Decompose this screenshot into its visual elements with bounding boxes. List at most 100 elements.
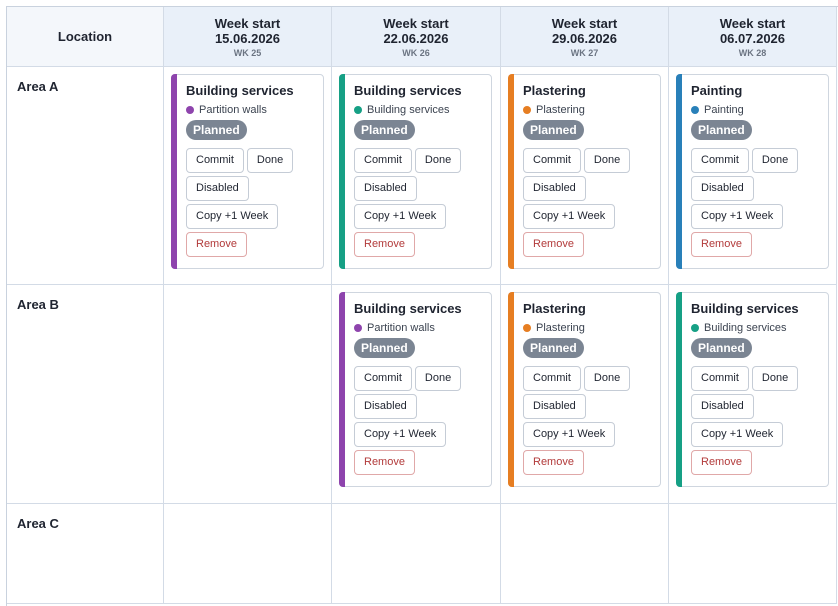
task-card[interactable]: Building services Building services Planne… xyxy=(339,74,492,269)
schedule-grid: Location Week start 15.06.2026 WK 25 Wee… xyxy=(6,6,838,606)
commit-button[interactable]: Commit xyxy=(523,366,581,391)
remove-button[interactable]: Remove xyxy=(691,450,752,475)
copy-week-button[interactable]: Copy +1 Week xyxy=(354,204,447,229)
trade-label: Painting xyxy=(704,103,744,116)
commit-button[interactable]: Commit xyxy=(186,148,244,173)
disabled-button[interactable]: Disabled xyxy=(523,394,586,419)
slot-b-0[interactable] xyxy=(164,285,332,504)
week-date: 22.06.2026 xyxy=(383,31,449,46)
commit-button[interactable]: Commit xyxy=(691,366,749,391)
task-card[interactable]: Plastering Plastering Planned Commit Done Dis… xyxy=(508,74,661,269)
card-title: Building services xyxy=(354,83,462,98)
disabled-button[interactable]: Disabled xyxy=(354,394,417,419)
done-button[interactable]: Done xyxy=(751,366,799,391)
remove-button[interactable]: Remove xyxy=(523,450,584,475)
trade-color-bar xyxy=(339,292,345,487)
status-badge: Planned xyxy=(691,338,752,358)
copy-week-button[interactable]: Copy +1 Week xyxy=(691,422,784,447)
remove-button[interactable]: Remove xyxy=(691,232,752,257)
trade-tag: Plastering xyxy=(523,103,660,116)
task-card[interactable]: Plastering Plastering Planned Commit Done Dis… xyxy=(508,292,661,487)
week-code: WK 28 xyxy=(738,48,767,58)
disabled-button[interactable]: Disabled xyxy=(523,176,586,201)
done-button[interactable]: Done xyxy=(583,148,631,173)
trade-color-bar xyxy=(508,292,514,487)
week-code: WK 27 xyxy=(570,48,599,58)
slot-c-2[interactable] xyxy=(501,504,669,604)
remove-button[interactable]: Remove xyxy=(354,232,415,257)
slot-b-2[interactable]: Plastering Plastering Planned Commit Done Dis… xyxy=(501,285,669,504)
copy-week-button[interactable]: Copy +1 Week xyxy=(354,422,447,447)
week-code: WK 26 xyxy=(402,48,430,58)
trade-dot-icon xyxy=(186,105,194,114)
slot-a-2[interactable]: Plastering Plastering Planned Commit Done Dis… xyxy=(501,67,669,285)
done-button[interactable]: Done xyxy=(414,148,462,173)
trade-label: Building services xyxy=(704,321,787,334)
slot-a-3[interactable]: Painting Painting Planned Commit Done Disable… xyxy=(669,67,837,285)
disabled-button[interactable]: Disabled xyxy=(186,176,249,201)
commit-button[interactable]: Commit xyxy=(354,366,412,391)
week-date: 29.06.2026 xyxy=(551,31,618,46)
area-row-label-c: Area C xyxy=(7,504,164,604)
slot-b-3[interactable]: Building services Building services Planne… xyxy=(669,285,837,504)
copy-week-button[interactable]: Copy +1 Week xyxy=(186,204,279,229)
copy-week-button[interactable]: Copy +1 Week xyxy=(523,204,616,229)
week-title: Week start xyxy=(551,16,618,31)
week-header-0: Week start 15.06.2026 WK 25 xyxy=(164,7,332,67)
disabled-button[interactable]: Disabled xyxy=(691,394,754,419)
week-title: Week start xyxy=(719,16,786,31)
commit-button[interactable]: Commit xyxy=(354,148,412,173)
status-badge: Planned xyxy=(354,120,415,140)
task-card[interactable]: Building services Partition walls Planned C… xyxy=(171,74,324,269)
trade-color-bar xyxy=(676,74,682,269)
done-button[interactable]: Done xyxy=(751,148,799,173)
slot-a-1[interactable]: Building services Building services Planne… xyxy=(332,67,501,285)
done-button[interactable]: Done xyxy=(246,148,294,173)
week-header-1: Week start 22.06.2026 WK 26 xyxy=(332,7,501,67)
status-badge: Planned xyxy=(354,338,415,358)
slot-a-0[interactable]: Building services Partition walls Planned C… xyxy=(164,67,332,285)
trade-label: Plastering xyxy=(536,321,585,334)
location-column-header: Location xyxy=(7,7,164,67)
remove-button[interactable]: Remove xyxy=(354,450,415,475)
task-card[interactable]: Building services Building services Planne… xyxy=(676,292,829,487)
slot-c-0[interactable] xyxy=(164,504,332,604)
status-badge: Planned xyxy=(186,120,247,140)
slot-c-1[interactable] xyxy=(332,504,501,604)
slot-b-1[interactable]: Building services Partition walls Planned C… xyxy=(332,285,501,504)
commit-button[interactable]: Commit xyxy=(691,148,749,173)
week-header-2: Week start 29.06.2026 WK 27 xyxy=(501,7,669,67)
copy-week-button[interactable]: Copy +1 Week xyxy=(691,204,784,229)
remove-button[interactable]: Remove xyxy=(186,232,247,257)
disabled-button[interactable]: Disabled xyxy=(691,176,754,201)
trade-color-bar xyxy=(508,74,514,269)
done-button[interactable]: Done xyxy=(414,366,462,391)
trade-label: Plastering xyxy=(536,103,585,116)
area-label: Area B xyxy=(17,297,59,312)
card-actions: Commit Done Disabled Copy +1 Week Remove xyxy=(523,366,657,478)
week-title: Week start xyxy=(383,16,449,31)
trade-label: Building services xyxy=(367,103,450,116)
trade-color-bar xyxy=(171,74,177,269)
task-card[interactable]: Painting Painting Planned Commit Done Disable… xyxy=(676,74,829,269)
trade-tag: Plastering xyxy=(523,321,660,334)
done-button[interactable]: Done xyxy=(583,366,631,391)
area-row-label-a: Area A xyxy=(7,67,164,285)
trade-tag: Partition walls xyxy=(186,103,323,116)
trade-tag: Building services xyxy=(354,103,491,116)
card-title: Painting xyxy=(691,83,743,98)
trade-label: Partition walls xyxy=(199,103,267,116)
slot-c-3[interactable] xyxy=(669,504,837,604)
commit-button[interactable]: Commit xyxy=(523,148,581,173)
status-badge: Planned xyxy=(523,338,584,358)
trade-dot-icon xyxy=(523,323,531,332)
disabled-button[interactable]: Disabled xyxy=(354,176,417,201)
week-code: WK 25 xyxy=(233,48,262,58)
copy-week-button[interactable]: Copy +1 Week xyxy=(523,422,616,447)
remove-button[interactable]: Remove xyxy=(523,232,584,257)
card-title: Building services xyxy=(691,301,799,316)
trade-label: Partition walls xyxy=(367,321,435,334)
task-card[interactable]: Building services Partition walls Planned C… xyxy=(339,292,492,487)
trade-dot-icon xyxy=(523,105,531,114)
week-header-3: Week start 06.07.2026 WK 28 xyxy=(669,7,837,67)
